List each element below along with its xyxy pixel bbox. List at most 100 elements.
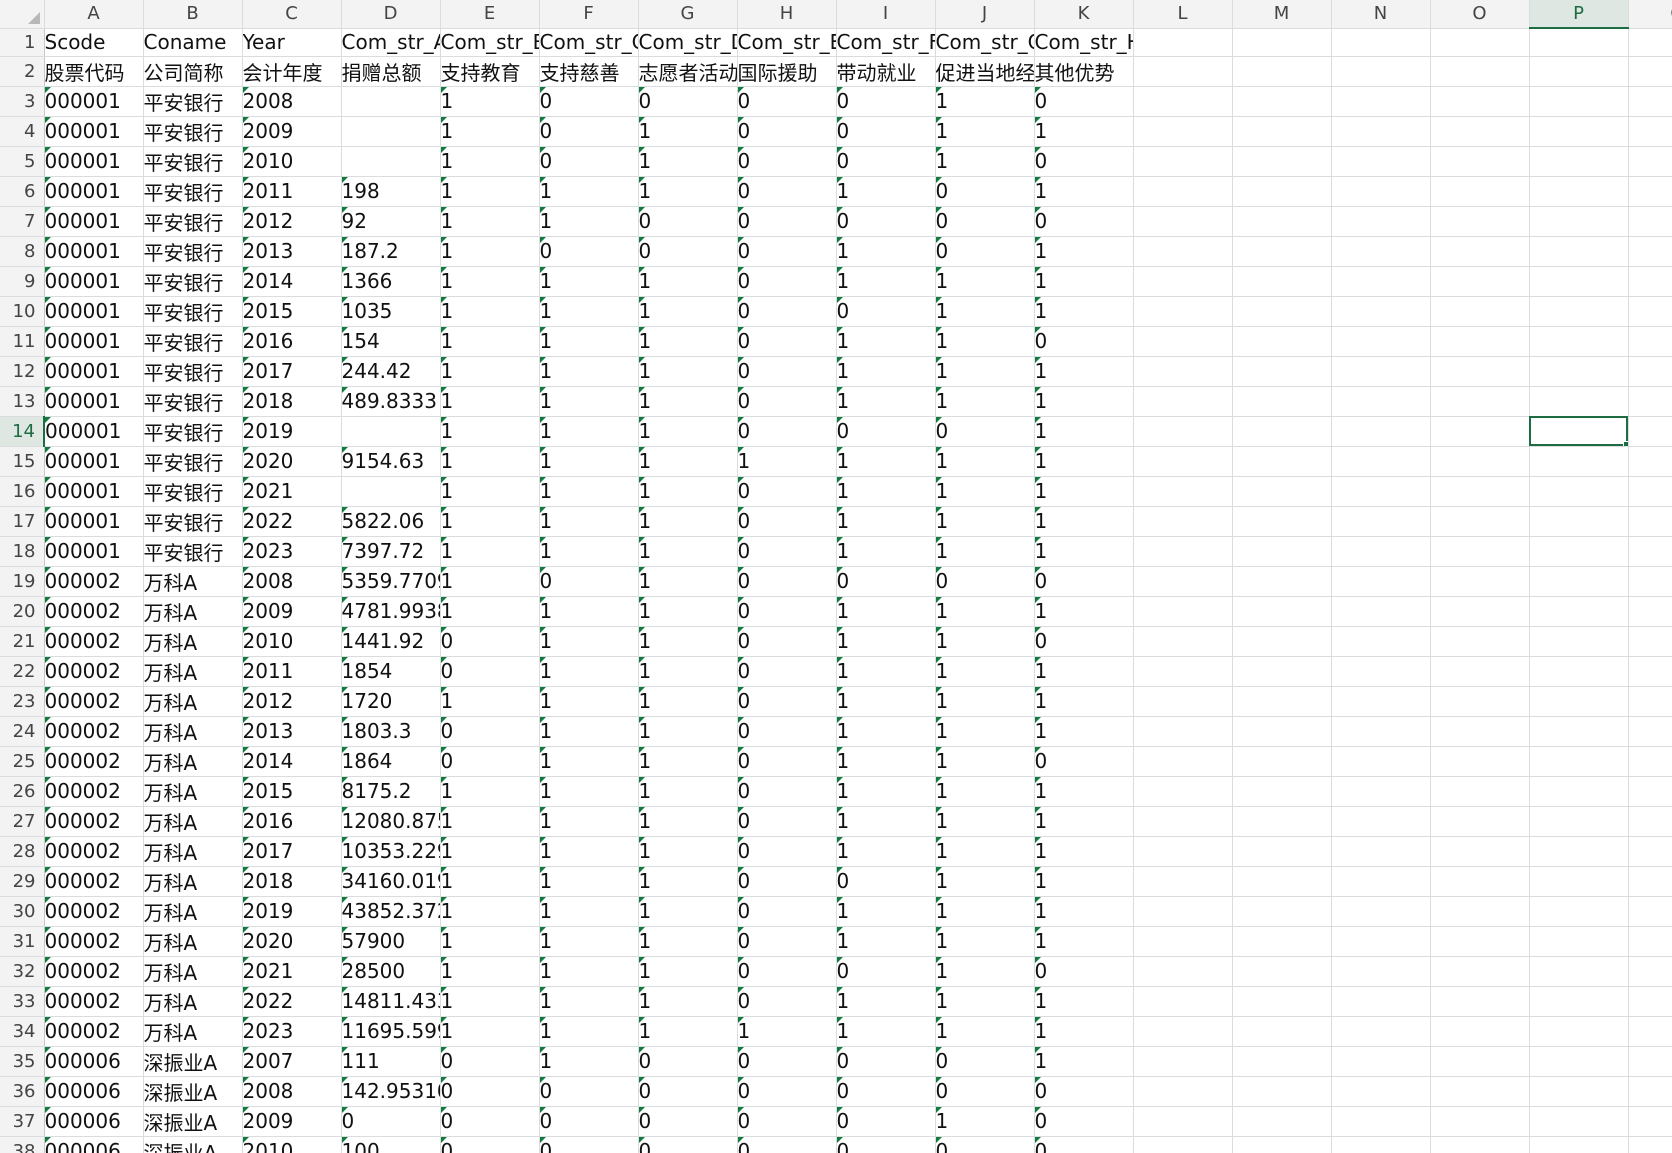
row-header[interactable]: 37 [0, 1106, 45, 1137]
cell-b9[interactable]: 平安银行 [143, 266, 243, 297]
cell-d19[interactable]: 5359.7709 [341, 566, 441, 597]
cell-p12[interactable] [1529, 356, 1629, 387]
cell-c7[interactable]: 2012 [242, 206, 342, 237]
cell-h26[interactable]: 0 [737, 776, 837, 807]
cell-g2[interactable]: 志愿者活动 [638, 56, 738, 87]
cell-b3[interactable]: 平安银行 [143, 86, 243, 117]
cell-p22[interactable] [1529, 656, 1629, 687]
cell-b21[interactable]: 万科A [143, 626, 243, 657]
cell-q1[interactable] [1628, 28, 1672, 57]
cell-l36[interactable] [1133, 1076, 1233, 1107]
cell-g31[interactable]: 1 [638, 926, 738, 957]
cell-q28[interactable] [1628, 836, 1672, 867]
cell-d6[interactable]: 198 [341, 176, 441, 207]
cell-a11[interactable]: 000001 [44, 326, 144, 357]
cell-f22[interactable]: 1 [539, 656, 639, 687]
row-header[interactable]: 31 [0, 926, 45, 957]
cell-a25[interactable]: 000002 [44, 746, 144, 777]
cell-f10[interactable]: 1 [539, 296, 639, 327]
cell-f9[interactable]: 1 [539, 266, 639, 297]
cell-q27[interactable] [1628, 806, 1672, 837]
cell-i18[interactable]: 1 [836, 536, 936, 567]
cell-c23[interactable]: 2012 [242, 686, 342, 717]
cell-b2[interactable]: 公司简称 [143, 56, 243, 87]
cell-m34[interactable] [1232, 1016, 1332, 1047]
column-header-d[interactable]: D [341, 0, 441, 29]
cell-d17[interactable]: 5822.06 [341, 506, 441, 537]
cell-e14[interactable]: 1 [440, 416, 540, 447]
cell-b12[interactable]: 平安银行 [143, 356, 243, 387]
cell-g6[interactable]: 1 [638, 176, 738, 207]
cell-k14[interactable]: 1 [1034, 416, 1134, 447]
cell-e1[interactable]: Com_str_B [440, 28, 540, 57]
cell-k19[interactable]: 0 [1034, 566, 1134, 597]
cell-j6[interactable]: 0 [935, 176, 1035, 207]
cell-m38[interactable] [1232, 1136, 1332, 1153]
cell-d29[interactable]: 34160.019 [341, 866, 441, 897]
cell-c19[interactable]: 2008 [242, 566, 342, 597]
cell-q14[interactable] [1628, 416, 1672, 447]
cell-o25[interactable] [1430, 746, 1530, 777]
cell-n4[interactable] [1331, 116, 1431, 147]
cell-q12[interactable] [1628, 356, 1672, 387]
cell-k35[interactable]: 1 [1034, 1046, 1134, 1077]
row-header[interactable]: 12 [0, 356, 45, 387]
cell-a17[interactable]: 000001 [44, 506, 144, 537]
cell-f14[interactable]: 1 [539, 416, 639, 447]
cell-l30[interactable] [1133, 896, 1233, 927]
cell-p18[interactable] [1529, 536, 1629, 567]
cell-j36[interactable]: 0 [935, 1076, 1035, 1107]
column-header-i[interactable]: I [836, 0, 936, 29]
cell-l13[interactable] [1133, 386, 1233, 417]
cell-k25[interactable]: 0 [1034, 746, 1134, 777]
cell-m21[interactable] [1232, 626, 1332, 657]
cell-m6[interactable] [1232, 176, 1332, 207]
cell-l27[interactable] [1133, 806, 1233, 837]
cell-o22[interactable] [1430, 656, 1530, 687]
cell-n17[interactable] [1331, 506, 1431, 537]
cell-q15[interactable] [1628, 446, 1672, 477]
cell-i29[interactable]: 0 [836, 866, 936, 897]
cell-p20[interactable] [1529, 596, 1629, 627]
cell-c20[interactable]: 2009 [242, 596, 342, 627]
cell-d3[interactable] [341, 86, 441, 117]
cell-j10[interactable]: 1 [935, 296, 1035, 327]
cell-a33[interactable]: 000002 [44, 986, 144, 1017]
cell-p24[interactable] [1529, 716, 1629, 747]
row-header[interactable]: 25 [0, 746, 45, 777]
cell-f21[interactable]: 1 [539, 626, 639, 657]
cell-g19[interactable]: 1 [638, 566, 738, 597]
cell-o14[interactable] [1430, 416, 1530, 447]
cell-h4[interactable]: 0 [737, 116, 837, 147]
cell-j21[interactable]: 1 [935, 626, 1035, 657]
cell-e17[interactable]: 1 [440, 506, 540, 537]
column-header-k[interactable]: K [1034, 0, 1134, 29]
cell-m31[interactable] [1232, 926, 1332, 957]
cell-l26[interactable] [1133, 776, 1233, 807]
cell-p10[interactable] [1529, 296, 1629, 327]
cell-l3[interactable] [1133, 86, 1233, 117]
cell-k17[interactable]: 1 [1034, 506, 1134, 537]
row-header[interactable]: 22 [0, 656, 45, 687]
cell-l32[interactable] [1133, 956, 1233, 987]
cell-p14[interactable] [1529, 416, 1629, 447]
cell-m7[interactable] [1232, 206, 1332, 237]
cell-a29[interactable]: 000002 [44, 866, 144, 897]
cell-h19[interactable]: 0 [737, 566, 837, 597]
cell-n6[interactable] [1331, 176, 1431, 207]
column-header-a[interactable]: A [44, 0, 144, 29]
cell-b34[interactable]: 万科A [143, 1016, 243, 1047]
row-header[interactable]: 9 [0, 266, 45, 297]
cell-c5[interactable]: 2010 [242, 146, 342, 177]
cell-q11[interactable] [1628, 326, 1672, 357]
cell-l31[interactable] [1133, 926, 1233, 957]
cell-o11[interactable] [1430, 326, 1530, 357]
cell-d7[interactable]: 92 [341, 206, 441, 237]
cell-a15[interactable]: 000001 [44, 446, 144, 477]
cell-c22[interactable]: 2011 [242, 656, 342, 687]
cell-b32[interactable]: 万科A [143, 956, 243, 987]
row-header[interactable]: 34 [0, 1016, 45, 1047]
cell-d10[interactable]: 1035 [341, 296, 441, 327]
cell-i1[interactable]: Com_str_F [836, 28, 936, 57]
cell-i14[interactable]: 0 [836, 416, 936, 447]
